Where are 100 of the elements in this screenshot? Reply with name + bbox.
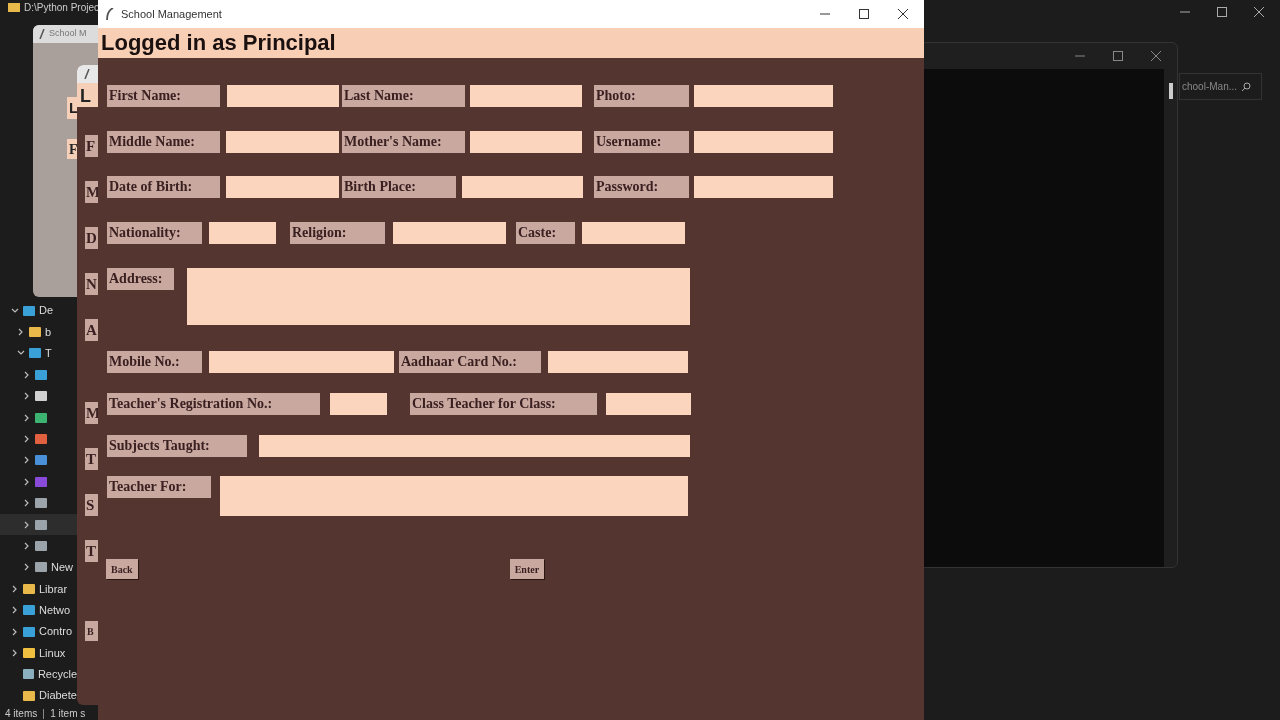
input-field[interactable] [694, 85, 833, 107]
feather-icon [84, 69, 90, 79]
field-label: Middle Name: [107, 131, 220, 153]
chevron-icon[interactable] [23, 520, 31, 529]
window-title: D:\Python Projec [24, 1, 100, 15]
status-text: 4 items [5, 707, 38, 720]
chevron-icon[interactable] [23, 370, 31, 379]
field-label: Nationality: [107, 222, 202, 244]
field-label: First Name: [107, 85, 220, 107]
input-field[interactable] [582, 222, 685, 244]
field-label: Password: [594, 176, 689, 198]
chevron-icon[interactable] [11, 584, 19, 593]
close-icon[interactable] [898, 9, 908, 19]
input-field[interactable] [694, 131, 833, 153]
field-label: N [85, 273, 99, 295]
tree-item[interactable]: Linux [0, 642, 77, 664]
chevron-icon[interactable] [17, 328, 25, 337]
maximize-icon[interactable] [1217, 7, 1227, 17]
tree-label: Recycle [37, 667, 77, 683]
input-field[interactable] [259, 435, 690, 457]
input-field[interactable] [606, 393, 691, 415]
tree-label: Diabete [39, 688, 77, 704]
chevron-icon[interactable] [23, 477, 31, 486]
input-field[interactable] [226, 176, 339, 198]
chevron-icon[interactable] [23, 542, 31, 550]
input-field[interactable] [330, 393, 387, 415]
field-label: Religion: [290, 222, 385, 244]
input-field[interactable] [462, 176, 583, 198]
chevron-icon[interactable] [11, 306, 19, 315]
input-field[interactable] [393, 222, 506, 244]
chevron-icon[interactable] [23, 413, 31, 422]
field-label: Mobile No.: [107, 351, 202, 373]
tree-item[interactable]: Contro [0, 620, 77, 643]
field-label: Subjects Taught: [107, 435, 247, 457]
folder-icon [8, 3, 20, 12]
field-label: M [85, 402, 99, 424]
field-label: S [85, 494, 99, 516]
field-label: T [85, 448, 99, 470]
field-label: F [67, 139, 77, 159]
input-field[interactable] [209, 222, 276, 244]
back-button[interactable]: B [85, 621, 99, 641]
search-field[interactable]: chool-Man... [1179, 73, 1262, 100]
chevron-icon[interactable] [23, 392, 31, 401]
close-icon[interactable] [1254, 7, 1264, 17]
search-icon[interactable] [1241, 81, 1252, 92]
chevron-icon[interactable] [11, 606, 19, 615]
field-label: Date of Birth: [107, 176, 220, 198]
tree-item[interactable]: Librar [0, 578, 77, 600]
chevron-icon[interactable] [11, 648, 19, 657]
tree-item[interactable]: Diabete [0, 685, 77, 707]
tree-item[interactable] [0, 513, 77, 536]
input-field[interactable] [694, 176, 833, 198]
field-label: F [85, 135, 99, 157]
tree-item[interactable]: De [0, 300, 77, 322]
enter-button[interactable]: Enter [509, 559, 545, 579]
input-field[interactable] [548, 351, 688, 373]
tree-item[interactable]: b [0, 321, 77, 343]
window-title: School M [49, 27, 87, 41]
field-label: A [85, 319, 99, 341]
field-label: T [85, 540, 99, 562]
feather-icon [39, 29, 45, 39]
tree-item[interactable]: T [0, 342, 77, 365]
input-field[interactable] [209, 351, 394, 373]
tree-label: Linux [39, 645, 66, 661]
input-field[interactable] [470, 85, 582, 107]
scrollbar-thumb[interactable] [1169, 83, 1173, 99]
field-label: Caste: [516, 222, 575, 244]
tree-label: De [39, 303, 54, 319]
chevron-icon[interactable] [11, 627, 19, 636]
tree-label: b [45, 324, 52, 340]
feather-icon [106, 8, 114, 20]
chevron-icon[interactable] [23, 435, 31, 444]
field-label: Username: [594, 131, 689, 153]
tree-item[interactable]: New [0, 556, 77, 579]
chevron-icon[interactable] [23, 563, 31, 572]
maximize-icon[interactable] [859, 9, 869, 19]
field-label: Teacher's Registration No.: [107, 393, 320, 415]
field-label: D [85, 227, 99, 249]
field-label: Class Teacher for Class: [410, 393, 597, 415]
back-button[interactable]: Back [106, 559, 138, 579]
tree-item[interactable]: Recycle [0, 663, 77, 686]
status-text: 1 item s [50, 707, 86, 720]
field-label: Teacher For: [107, 476, 211, 498]
chevron-icon[interactable] [23, 499, 31, 508]
field-label: Address: [107, 268, 174, 290]
input-field[interactable] [226, 131, 339, 153]
tree-label: Contro [39, 624, 73, 640]
field-label: Photo: [594, 85, 689, 107]
window-title: School Management [121, 6, 222, 22]
tree-label: Librar [39, 581, 68, 597]
chevron-icon[interactable] [23, 456, 31, 465]
input-field[interactable] [470, 131, 582, 153]
field-label: Mother's Name: [342, 131, 465, 153]
tree-label: Netwo [39, 602, 71, 618]
tree-item[interactable]: Netwo [0, 599, 77, 621]
input-field[interactable] [227, 85, 339, 107]
tree-label: T [45, 346, 52, 362]
field-label: Birth Place: [342, 176, 456, 198]
field-label: Aadhaar Card No.: [399, 351, 541, 373]
header-bar: Logged in as Principal [98, 28, 924, 58]
